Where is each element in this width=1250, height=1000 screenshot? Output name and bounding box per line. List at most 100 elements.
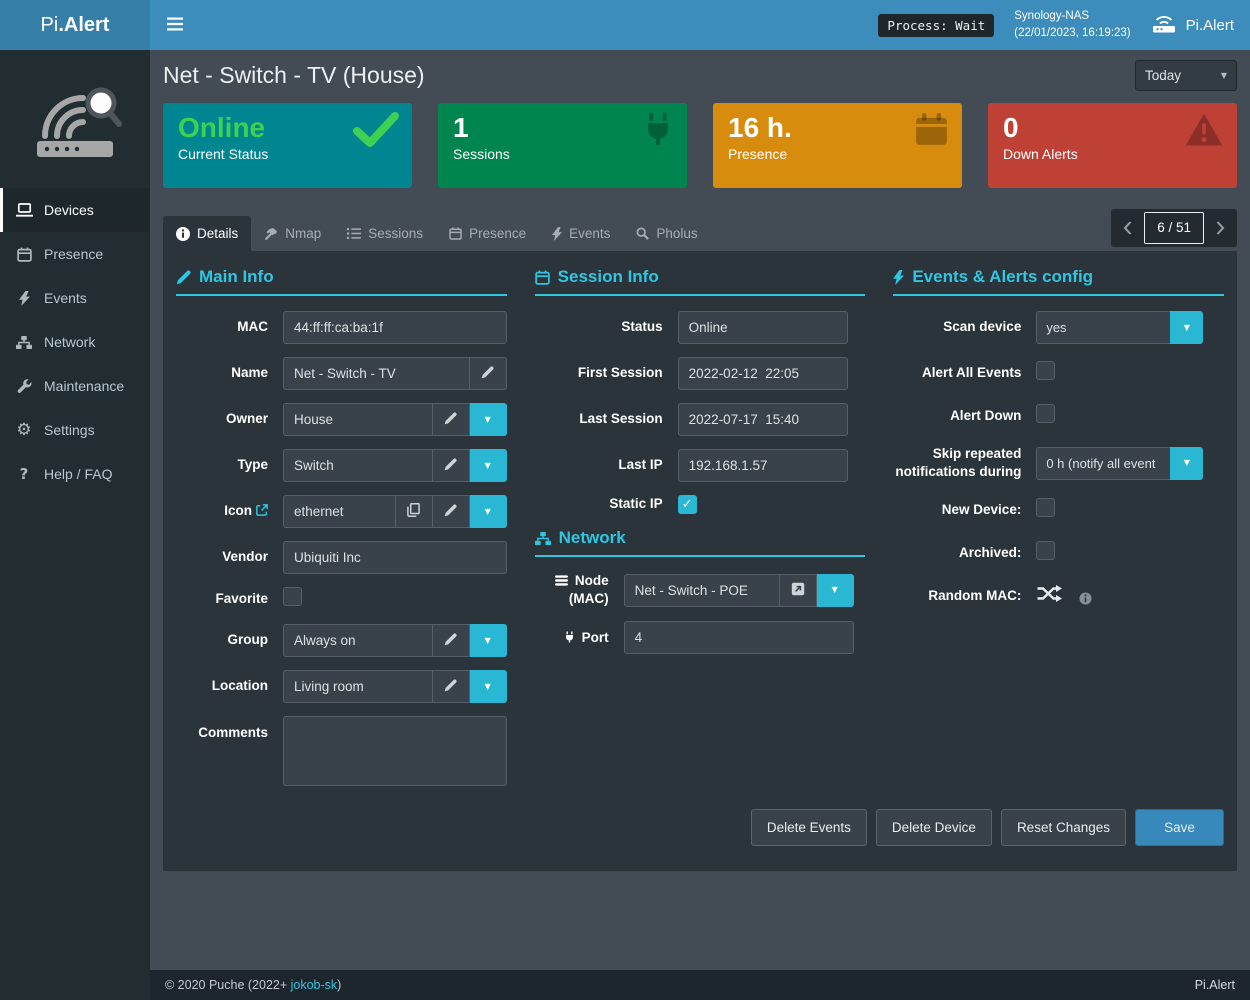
delete-events-button[interactable]: Delete Events [751, 809, 867, 846]
tab-nmap[interactable]: Nmap [251, 216, 334, 251]
type-edit-button[interactable] [433, 449, 470, 482]
info-icon[interactable] [1079, 592, 1092, 605]
group-dropdown-button[interactable] [470, 624, 507, 657]
sidebar-item-help[interactable]: Help / FAQ [0, 452, 150, 496]
new-device-checkbox[interactable] [1036, 498, 1055, 517]
next-device-button[interactable] [1204, 209, 1237, 247]
chevron-down-icon [1170, 311, 1203, 344]
status-input[interactable] [678, 311, 848, 344]
sidebar-item-label: Maintenance [44, 378, 124, 394]
icon-copy-button[interactable] [396, 495, 433, 528]
mac-label: MAC [176, 318, 268, 336]
square-arrow-icon [791, 582, 805, 599]
sessions-value: 1 [453, 112, 672, 144]
alerts-config-heading: Events & Alerts config [893, 267, 1224, 296]
tab-events[interactable]: Events [539, 216, 623, 251]
name-label: Name [176, 364, 268, 382]
sidebar-item-devices[interactable]: Devices [0, 188, 150, 232]
field-alert-all-events: Alert All Events [893, 359, 1224, 387]
icon-input[interactable] [283, 495, 396, 528]
group-input[interactable] [283, 624, 433, 657]
name-input[interactable] [283, 357, 470, 390]
random-mac-label: Random MAC: [893, 587, 1021, 605]
field-random-mac: Random MAC: [893, 582, 1224, 610]
sidebar-item-network[interactable]: Network [0, 320, 150, 364]
reset-changes-button[interactable]: Reset Changes [1001, 809, 1126, 846]
owner-edit-button[interactable] [433, 403, 470, 436]
tab-pholus[interactable]: Pholus [623, 216, 710, 251]
field-name: Name [176, 357, 507, 390]
alert-down-checkbox[interactable] [1036, 404, 1055, 423]
mac-input[interactable] [283, 311, 507, 344]
alert-all-events-checkbox[interactable] [1036, 361, 1055, 380]
details-panel: Main Info MAC Name Owner [163, 251, 1237, 871]
page-title: Net - Switch - TV (House) [163, 62, 425, 89]
pencil-icon [444, 412, 457, 428]
navbar-app-label: Pi.Alert [1186, 17, 1234, 34]
location-dropdown-button[interactable] [470, 670, 507, 703]
type-dropdown-button[interactable] [470, 449, 507, 482]
save-button[interactable]: Save [1135, 809, 1224, 846]
icon-edit-button[interactable] [433, 495, 470, 528]
node-input[interactable] [624, 574, 780, 607]
tab-details[interactable]: Details [163, 216, 251, 251]
static-ip-checkbox[interactable] [678, 495, 697, 514]
icon-dropdown-button[interactable] [470, 495, 507, 528]
sidebar-item-presence[interactable]: Presence [0, 232, 150, 276]
location-label: Location [176, 677, 268, 695]
current-status-label: Current Status [178, 146, 397, 162]
host-timestamp: (22/01/2023, 16:19:23) [1014, 25, 1130, 42]
field-mac: MAC [176, 311, 507, 344]
app-logo[interactable]: Pi.Alert [0, 0, 150, 50]
skip-notifications-select[interactable]: 0 h (notify all event [1036, 447, 1203, 480]
logo-suffix: .Alert [58, 14, 109, 36]
type-input[interactable] [283, 449, 433, 482]
last-session-input[interactable] [678, 403, 848, 436]
sidebar-item-events[interactable]: Events [0, 276, 150, 320]
sidebar-item-label: Network [44, 334, 95, 350]
sidebar-item-maintenance[interactable]: Maintenance [0, 364, 150, 408]
bolt-icon [552, 227, 562, 241]
port-input[interactable] [624, 621, 854, 654]
navbar-app-brand[interactable]: Pi.Alert [1151, 14, 1234, 37]
device-position: 6 / 51 [1144, 212, 1204, 244]
delete-device-button[interactable]: Delete Device [876, 809, 992, 846]
prev-device-button[interactable] [1111, 209, 1144, 247]
archived-checkbox[interactable] [1036, 541, 1055, 560]
sidebar-item-settings[interactable]: Settings [0, 408, 150, 452]
favorite-checkbox[interactable] [283, 587, 302, 606]
alert-all-events-label: Alert All Events [893, 364, 1021, 382]
first-session-input[interactable] [678, 357, 848, 390]
scan-device-select[interactable]: yes [1036, 311, 1203, 344]
owner-dropdown-button[interactable] [470, 403, 507, 436]
group-edit-button[interactable] [433, 624, 470, 657]
sessions-label: Sessions [453, 146, 672, 162]
comments-textarea[interactable] [283, 716, 507, 786]
host-info: Synology-NAS (22/01/2023, 16:19:23) [1014, 8, 1130, 41]
last-ip-input[interactable] [678, 449, 848, 482]
location-input[interactable] [283, 670, 433, 703]
tab-presence[interactable]: Presence [436, 216, 539, 251]
bolt-icon [14, 291, 34, 306]
jokob-sk-link[interactable]: jokob-sk [291, 978, 338, 992]
sidebar-toggle-button[interactable] [150, 0, 200, 50]
owner-input[interactable] [283, 403, 433, 436]
external-link-icon[interactable] [256, 504, 268, 516]
location-edit-button[interactable] [433, 670, 470, 703]
name-edit-button[interactable] [470, 357, 507, 390]
vendor-input[interactable] [283, 541, 507, 574]
copyright-text: © 2020 Puche (2022+ [165, 978, 291, 992]
sitemap-icon [14, 336, 34, 349]
field-node: Node (MAC) [535, 572, 866, 608]
tab-sessions[interactable]: Sessions [334, 216, 436, 251]
node-dropdown-button[interactable] [817, 574, 854, 607]
card-down-alerts: 0 Down Alerts [988, 103, 1237, 188]
period-selector[interactable]: Today [1135, 60, 1237, 91]
open-node-button[interactable] [780, 574, 817, 607]
main-info-heading: Main Info [176, 267, 507, 296]
node-label: Node (MAC) [535, 572, 609, 608]
info-circle-icon [176, 227, 190, 241]
network-section: Network Node (MAC) [535, 528, 866, 654]
footer: © 2020 Puche (2022+ jokob-sk) Pi.Alert [150, 970, 1250, 1000]
calendar-icon [535, 270, 550, 285]
